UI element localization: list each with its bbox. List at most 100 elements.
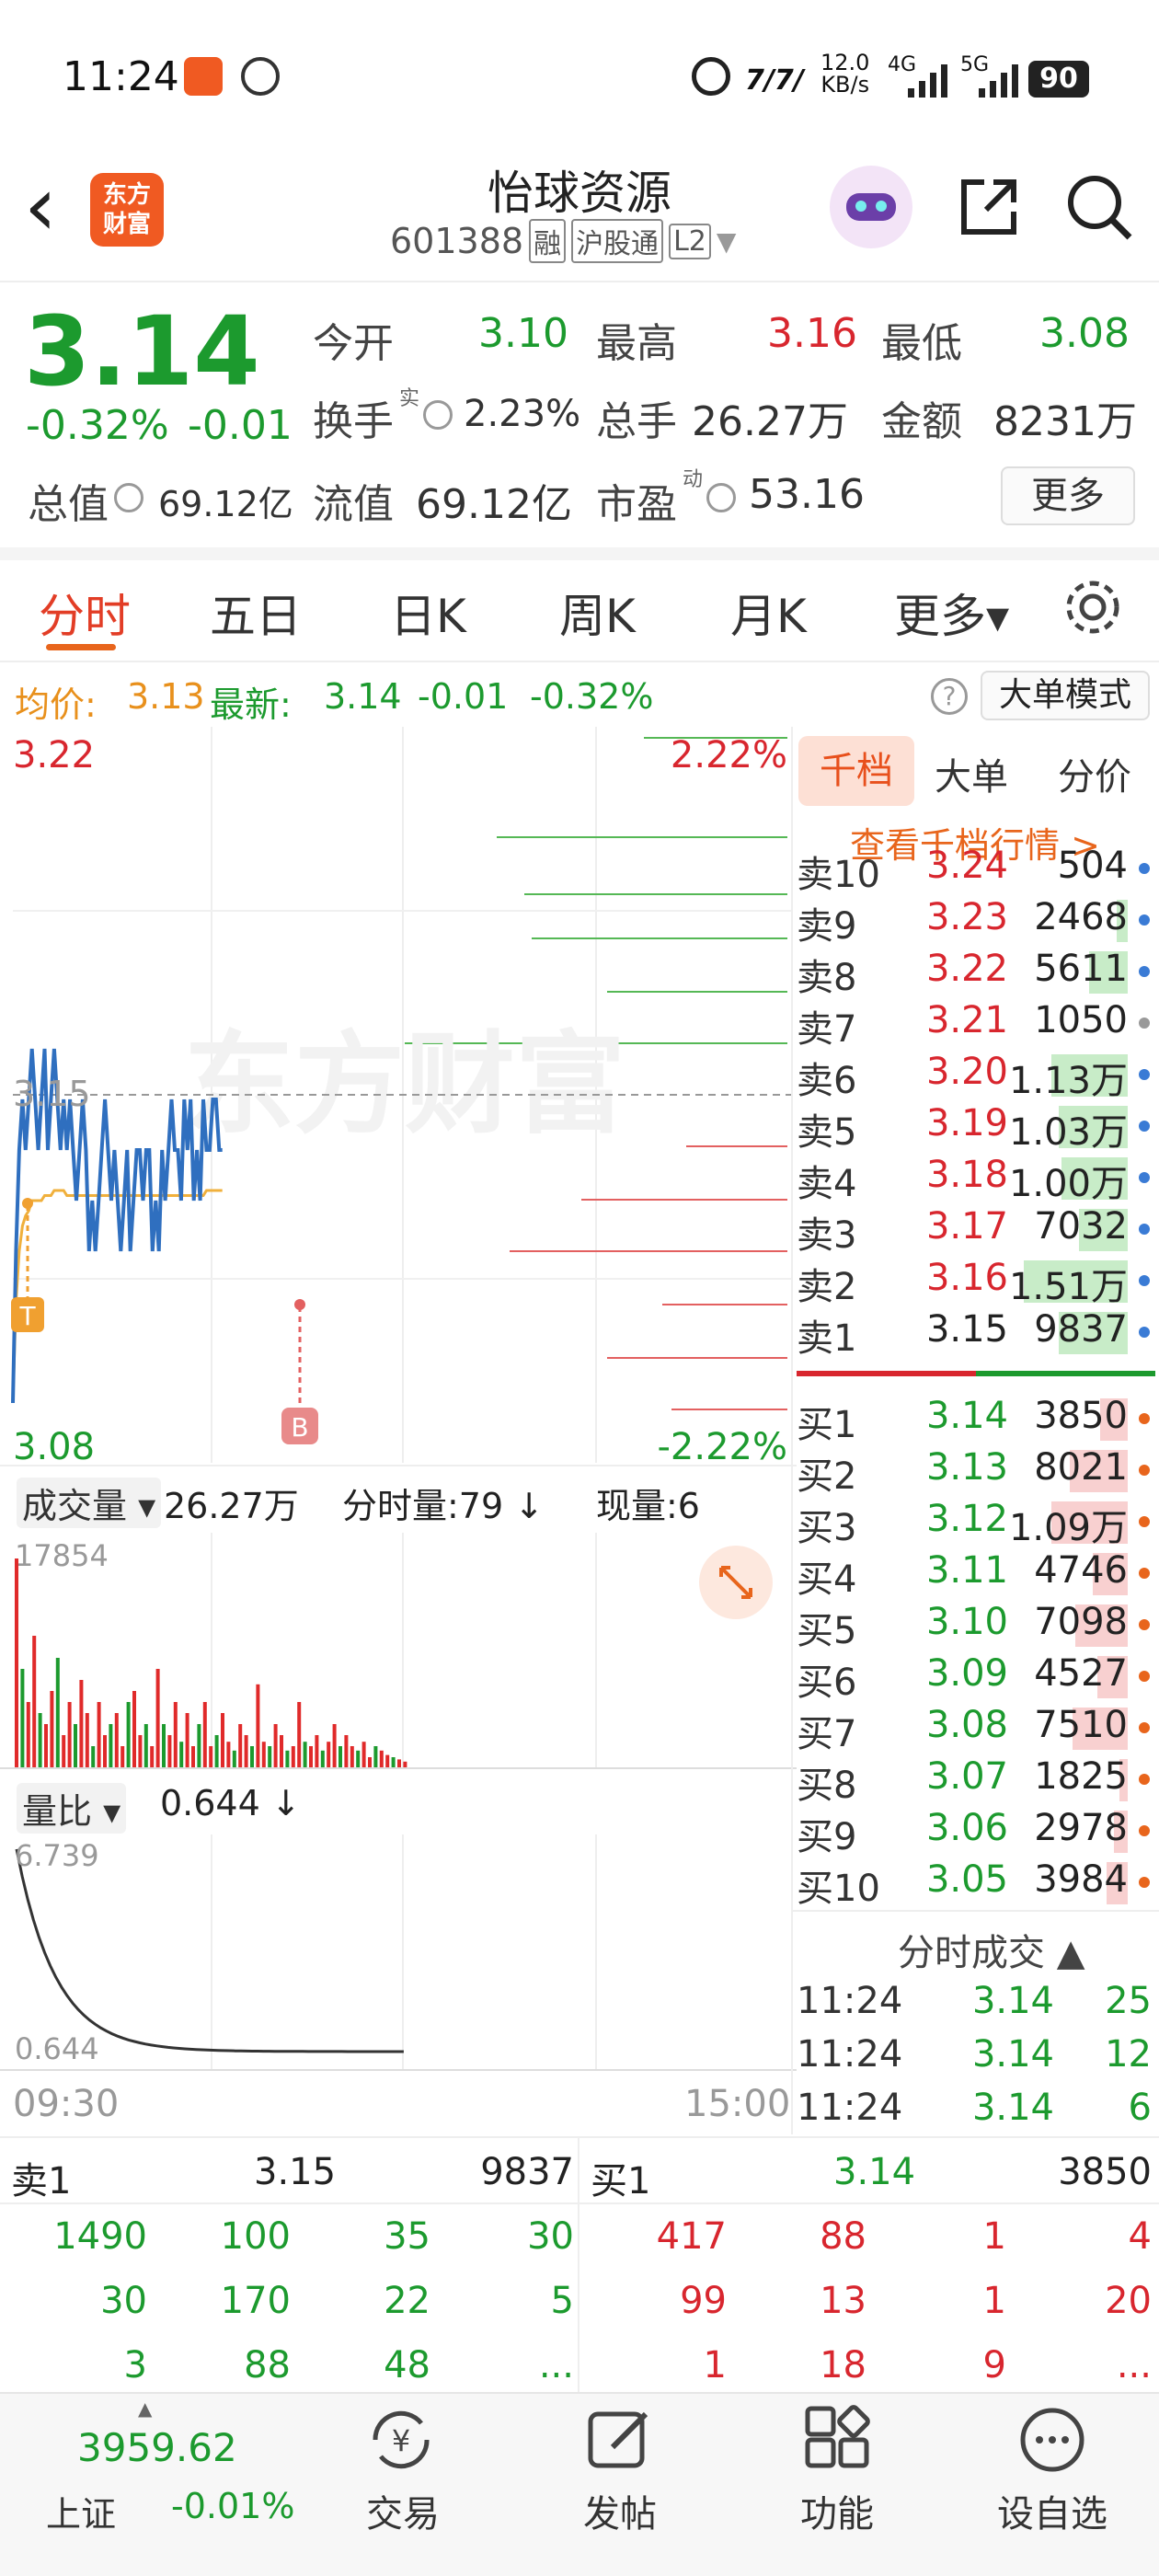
latest-label: 最新: [210,684,292,725]
volume-bar [261,1742,266,1768]
volume-bar [297,1702,302,1768]
volume-bar [74,1724,77,1768]
nfc-icon: 7/7/ [745,64,804,97]
more-options-icon[interactable] [1017,2405,1087,2475]
buy-row[interactable]: 买9 3.06 2978 [797,1807,1155,1858]
volume-header: 成交量 ▾ 26.27万 分时量:79 ↓ 现量:6 [0,1465,797,1533]
queue-sell-cell: 1490 [53,2215,147,2258]
back-icon[interactable]: ‹ [24,166,57,248]
tab-big-order[interactable]: 大单 [935,747,1008,800]
sell-row[interactable]: 卖3 3.17 7032 [797,1205,1155,1257]
tab-five-day[interactable]: 五日 [210,580,302,646]
volume-bar [309,1746,313,1768]
tick-volume: 6 [1128,2087,1152,2129]
ticks-title[interactable]: 分时成交 ▲ [898,1923,1084,1976]
function-icon[interactable] [802,2405,872,2475]
signal-icon [906,64,952,98]
index-pct[interactable]: -0.01% [171,2486,294,2526]
section-gap [0,547,1159,560]
tab-daily-k[interactable]: 日K [390,580,466,646]
book-volume: 1.03万 [1008,1111,1128,1154]
buy-row[interactable]: 买1 3.14 3850 [797,1395,1155,1446]
volume-bar [320,1750,325,1768]
sell-row[interactable]: 卖8 3.22 5611 [797,948,1155,999]
more-button[interactable]: 更多 [1001,466,1135,525]
volume-bar [162,1724,166,1768]
settings-icon[interactable] [1063,578,1122,637]
buy-row[interactable]: 买6 3.09 4527 [797,1652,1155,1704]
queue-sell-cell: 3 [123,2344,147,2386]
volume-bar [291,1746,295,1768]
book-level-label: 卖4 [797,1163,857,1205]
sell-row[interactable]: 卖6 3.20 1.13万 [797,1051,1155,1102]
tick-volume: 12 [1105,2033,1152,2076]
book-dot-icon [1139,1121,1150,1132]
chevron-down-icon[interactable]: ▼ [717,226,737,257]
big-order-mode-button[interactable]: 大单模式 [981,671,1150,720]
volume-bar [55,1658,60,1768]
nav-add-watchlist[interactable]: 设自选 [960,2484,1144,2537]
index-name[interactable]: 上证 [46,2486,116,2536]
buy-row[interactable]: 买10 3.05 3984 [797,1858,1155,1910]
volume-bar [238,1724,243,1768]
tab-intraday[interactable]: 分时 [39,580,131,646]
sell-row[interactable]: 卖10 3.24 504 [797,845,1155,896]
sell-row[interactable]: 卖1 3.15 9837 [797,1308,1155,1360]
tick-price: 3.14 [971,2033,1054,2076]
ratio-header: 量比 ▾ 0.644 ↓ [0,1774,797,1838]
turnover-label: 换手 [313,398,394,445]
book-level-label: 买8 [797,1765,857,1807]
tab-monthly-k[interactable]: 月K [730,580,807,646]
volume-bar [373,1746,378,1768]
volume-bar [173,1702,178,1768]
info-icon[interactable] [114,483,143,512]
sell-row[interactable]: 卖4 3.18 1.00万 [797,1154,1155,1205]
book-volume: 8021 [1034,1446,1128,1489]
buy-row[interactable]: 买2 3.13 8021 [797,1446,1155,1498]
tab-full-depth[interactable]: 千档 [798,736,914,806]
search-icon[interactable] [1065,173,1133,241]
queue-buy-cell: ... [1116,2344,1152,2386]
volume-bar [15,1558,18,1768]
volume-selector[interactable]: 成交量 ▾ [17,1478,162,1528]
nav-trade[interactable]: 交易 [311,2484,495,2537]
queue-sell-cell: 22 [384,2280,430,2322]
tick-volume: 分时量:79 ↓ [342,1486,545,1526]
nav-post[interactable]: 发帖 [528,2484,712,2537]
buy-row[interactable]: 买4 3.11 4746 [797,1549,1155,1601]
tab-more[interactable]: 更多▾ [894,580,1009,646]
volume-bar [344,1735,349,1768]
sell-row[interactable]: 卖7 3.21 1050 [797,999,1155,1051]
sell-row[interactable]: 卖5 3.19 1.03万 [797,1102,1155,1154]
book-price: 3.07 [925,1755,1008,1798]
tab-weekly-k[interactable]: 周K [559,580,636,646]
post-icon[interactable] [585,2405,655,2475]
ratio-value: 0.644 ↓ [160,1783,301,1823]
ai-assistant-icon[interactable] [830,166,912,248]
queue-buy-cell: 88 [820,2215,866,2258]
ratio-chart: 6.739 0.644 [0,1834,797,2071]
queue-buy-label: 买1 [591,2160,651,2202]
queue-row: 1490 100 35 30 417 88 1 4 [0,2210,1159,2274]
buy-row[interactable]: 买7 3.08 7510 [797,1704,1155,1755]
buy-row[interactable]: 买3 3.12 1.09万 [797,1498,1155,1549]
trade-icon[interactable]: ¥ [366,2405,436,2475]
index-value[interactable]: 3959.62 [77,2425,237,2470]
info-icon[interactable] [706,483,736,512]
tab-price-volume[interactable]: 分价 [1058,747,1131,800]
ratio-selector[interactable]: 量比 ▾ [17,1783,127,1834]
intraday-chart[interactable]: 东方财富 3.22 3.08 3.15 2.22% -2.22% T B [0,727,797,1481]
buy-row[interactable]: 买8 3.07 1825 [797,1755,1155,1807]
book-price: 3.06 [925,1807,1008,1849]
buy-row[interactable]: 买5 3.10 7098 [797,1601,1155,1652]
nav-function[interactable]: 功能 [745,2484,929,2537]
sell-row[interactable]: 卖2 3.16 1.51万 [797,1257,1155,1308]
sell-row[interactable]: 卖9 3.23 2468 [797,896,1155,948]
volume-bar [397,1759,401,1768]
app-logo[interactable]: 东方 财富 [90,173,164,247]
tick-row: 11:24 3.14 12 [797,2033,1155,2083]
share-icon[interactable] [957,175,1021,239]
queue-sell-cell: ... [538,2344,574,2386]
info-icon[interactable] [423,400,453,430]
help-icon[interactable]: ? [931,678,968,715]
